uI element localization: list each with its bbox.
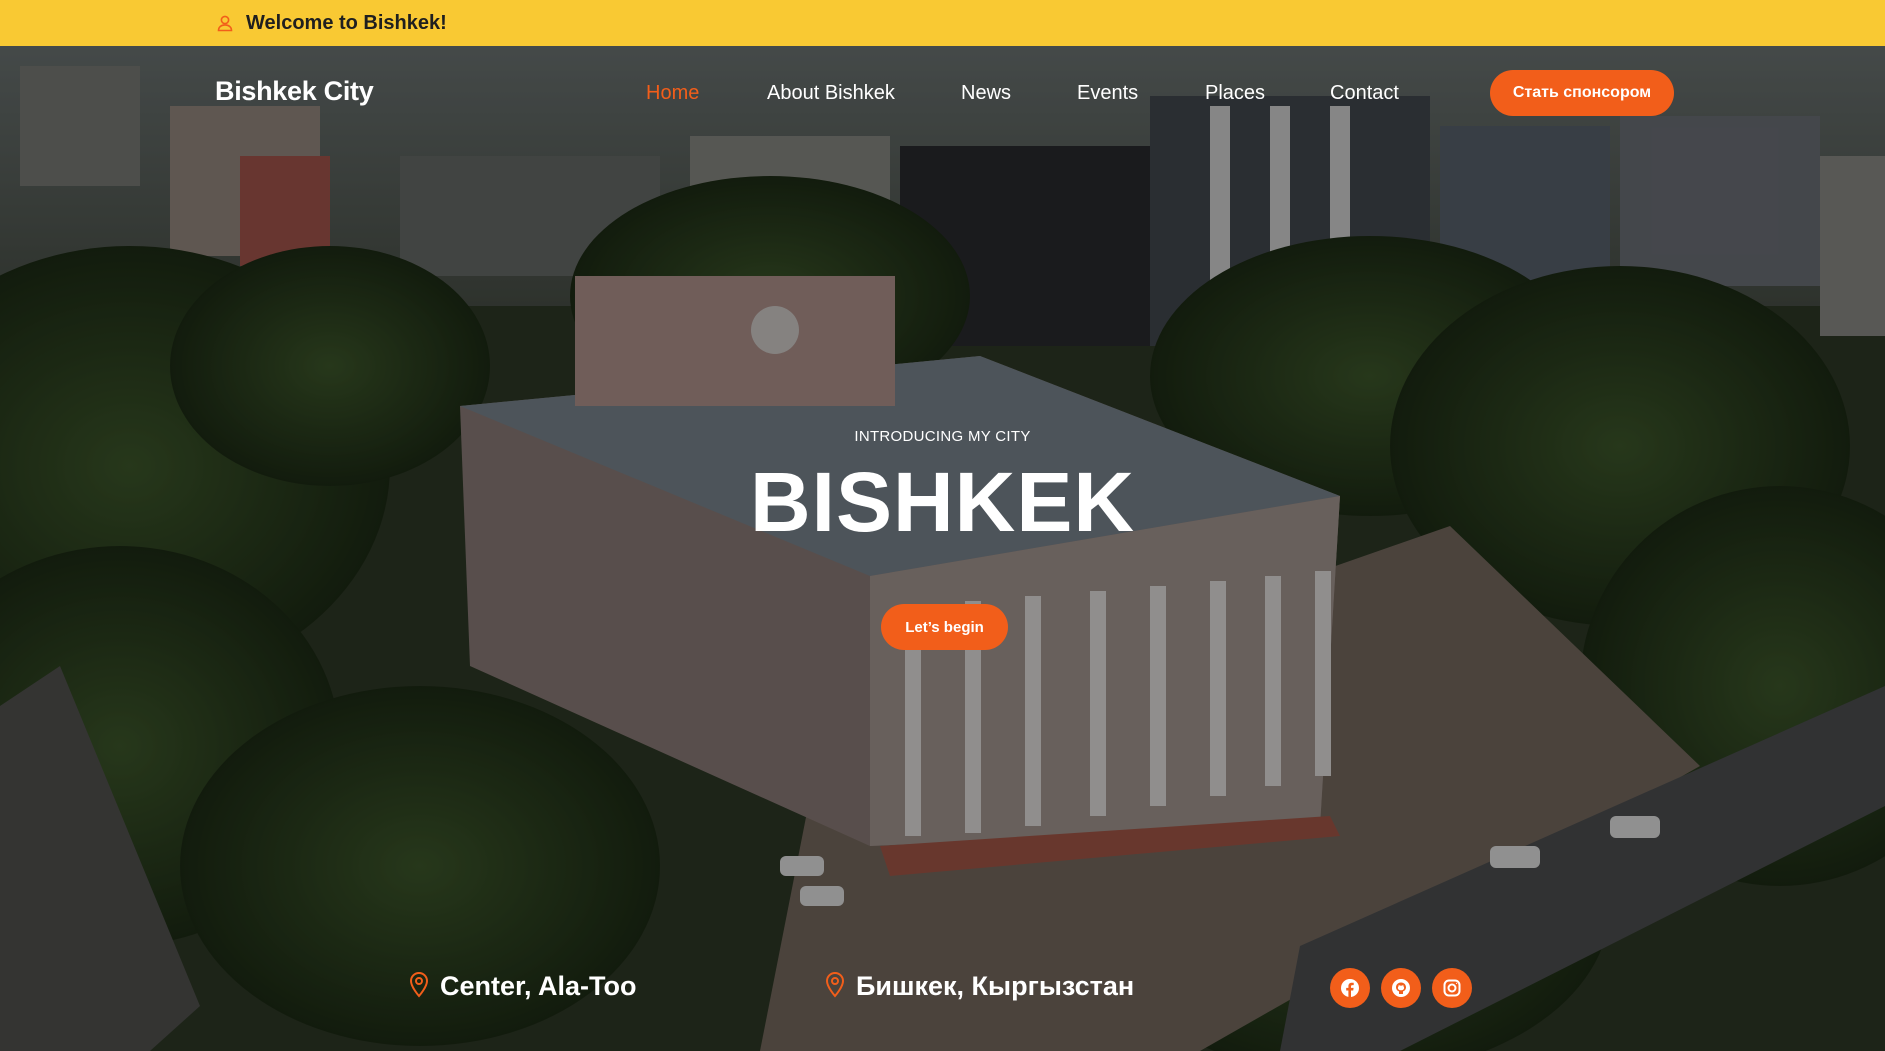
main-navbar: Bishkek City Home About Bishkek News Eve… — [0, 46, 1885, 141]
nav-item-places[interactable]: Places — [1205, 82, 1265, 105]
location-text: Бишкек, Кыргызстан — [856, 971, 1135, 1001]
user-icon — [216, 14, 234, 32]
top-announcement-bar: Welcome to Bishkek! — [0, 0, 1885, 46]
social-links — [1330, 968, 1472, 1008]
location-text: Center, Ala-Too — [440, 971, 637, 1001]
instagram-icon[interactable] — [1432, 968, 1472, 1008]
nav-item-about[interactable]: About Bishkek — [767, 82, 895, 105]
facebook-icon[interactable] — [1330, 968, 1370, 1008]
map-pin-icon — [408, 970, 430, 1003]
lets-begin-button[interactable]: Let’s begin — [881, 604, 1008, 650]
hero-section: Bishkek City Home About Bishkek News Eve… — [0, 46, 1885, 1051]
nav-item-home[interactable]: Home — [646, 82, 699, 105]
site-logo[interactable]: Bishkek City — [215, 76, 374, 107]
become-sponsor-button[interactable]: Стать спонсором — [1490, 70, 1674, 116]
github-icon[interactable] — [1381, 968, 1421, 1008]
location-info-1: Center, Ala-Too — [408, 970, 637, 1003]
nav-item-events[interactable]: Events — [1077, 82, 1138, 105]
hero-eyebrow: INTRODUCING MY CITY — [854, 428, 1031, 445]
map-pin-icon — [824, 970, 846, 1003]
hero-title: BISHKEK — [749, 455, 1136, 549]
nav-item-contact[interactable]: Contact — [1330, 82, 1399, 105]
welcome-text: Welcome to Bishkek! — [246, 11, 447, 34]
nav-item-news[interactable]: News — [961, 82, 1011, 105]
location-info-2: Бишкек, Кыргызстан — [824, 970, 1134, 1003]
